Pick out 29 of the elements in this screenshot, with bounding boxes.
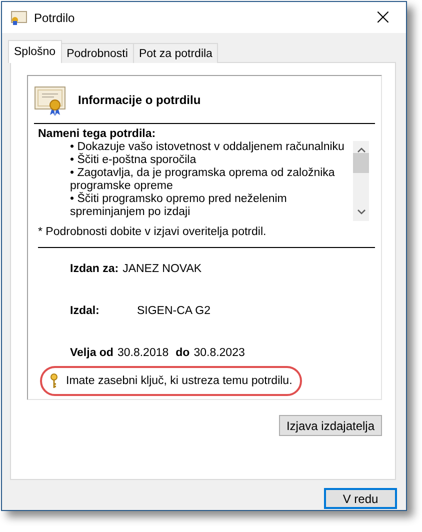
field-value: SIGEN-CA G2 bbox=[137, 305, 210, 317]
field-value: 30.8.2023 bbox=[194, 347, 245, 359]
ok-button[interactable]: V redu bbox=[324, 488, 397, 509]
purposes-title: Nameni tega potrdila: bbox=[38, 128, 157, 140]
tab[interactable]: Podrobnosti bbox=[60, 43, 134, 63]
scroll-up-icon[interactable] bbox=[356, 147, 366, 153]
field-label: Izdal: bbox=[70, 305, 100, 317]
field-label: Izdan za: bbox=[70, 263, 119, 275]
footnote: * Podrobnosti dobite v izjavi overitelja potrdil. bbox=[38, 226, 375, 248]
purpose-item: • Ščiti e-poštna sporočila bbox=[70, 154, 198, 167]
purpose-item: • Zagotavlja, da je programska oprema od založnika programske opreme bbox=[70, 167, 336, 192]
certificate-icon bbox=[11, 10, 27, 24]
field-label: do bbox=[176, 347, 190, 359]
window-title: Potrdilo bbox=[34, 10, 76, 24]
purpose-item: • Dokazuje vašo istovetnost v oddaljenem računalniku bbox=[70, 141, 346, 153]
scrollbar[interactable] bbox=[353, 141, 369, 221]
tab[interactable]: Splošno bbox=[8, 40, 62, 63]
info-heading: Informacije o potrdilu bbox=[78, 93, 201, 107]
key-icon bbox=[50, 373, 58, 389]
close-button[interactable]: × bbox=[360, 2, 406, 33]
field-value: JANEZ NOVAK bbox=[122, 263, 202, 275]
field-label: Velja od bbox=[70, 347, 114, 359]
key-note: Imate zasebni ključ, ki ustreza temu potrdilu. bbox=[66, 375, 292, 387]
scroll-down-icon[interactable] bbox=[356, 209, 366, 215]
purpose-item: • Ščiti programsko opremo pred neželenim spreminjanjem po izdaji bbox=[70, 193, 288, 219]
certificate-icon bbox=[34, 84, 66, 116]
issuer-statement-button[interactable]: Izjava izdajatelja bbox=[279, 415, 382, 436]
tab[interactable]: Pot za potrdila bbox=[132, 43, 218, 63]
field-value: 30.8.2018 bbox=[117, 347, 169, 359]
